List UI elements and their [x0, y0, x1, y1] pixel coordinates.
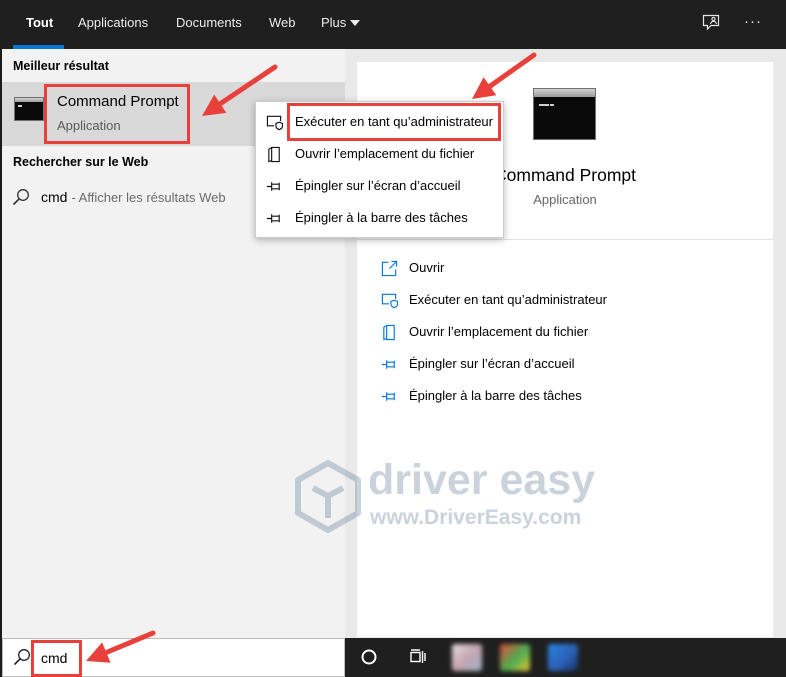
best-result-heading: Meilleur résultat — [13, 59, 109, 73]
action-label: Ouvrir l’emplacement du fichier — [409, 324, 589, 339]
open-icon — [381, 260, 398, 277]
app-icon[interactable] — [500, 644, 530, 671]
command-prompt-icon — [14, 97, 44, 121]
cortana-icon[interactable] — [360, 648, 378, 666]
tab-applications[interactable]: Applications — [78, 14, 148, 32]
best-result-subtitle: Application — [57, 118, 121, 133]
tab-all[interactable]: Tout — [26, 14, 53, 32]
run-as-admin-icon — [381, 292, 398, 309]
web-result-text: cmd - Afficher les résultats Web — [41, 189, 226, 206]
menu-item-label: Épingler sur l’écran d’accueil — [295, 178, 461, 193]
file-location-icon — [266, 146, 283, 163]
search-header: Tout Applications Documents Web Plus ··· — [0, 0, 786, 49]
icon-prompt-mark — [539, 104, 550, 106]
chevron-down-icon[interactable] — [350, 20, 360, 26]
web-result-query: cmd — [41, 189, 68, 205]
search-icon — [12, 188, 30, 206]
web-search-heading: Rechercher sur le Web — [13, 155, 149, 169]
command-prompt-icon — [533, 88, 596, 140]
tab-documents[interactable]: Documents — [176, 14, 242, 32]
search-input[interactable]: cmd — [2, 638, 345, 677]
divider — [357, 239, 773, 240]
tab-web[interactable]: Web — [269, 14, 296, 32]
menu-item-open-file-location[interactable]: Ouvrir l’emplacement du fichier — [256, 138, 503, 170]
action-run-as-admin[interactable]: Exécuter en tant qu’administrateur — [357, 284, 773, 316]
search-icon — [13, 648, 31, 666]
icon-title-bar — [534, 89, 595, 97]
action-open-file-location[interactable]: Ouvrir l’emplacement du fichier — [357, 316, 773, 348]
pin-icon — [381, 388, 398, 405]
pin-icon — [266, 178, 283, 195]
web-result-suffix: - Afficher les résultats Web — [71, 190, 226, 205]
task-view-icon[interactable] — [409, 648, 427, 666]
app-icon[interactable] — [452, 644, 482, 671]
menu-item-label: Épingler à la barre des tâches — [295, 210, 468, 225]
action-pin-to-start[interactable]: Épingler sur l’écran d’accueil — [357, 348, 773, 380]
menu-item-run-as-admin[interactable]: Exécuter en tant qu’administrateur — [256, 106, 503, 138]
icon-prompt-mark — [17, 104, 22, 107]
menu-item-pin-to-start[interactable]: Épingler sur l’écran d’accueil — [256, 170, 503, 202]
app-icon[interactable] — [548, 644, 578, 671]
action-label: Exécuter en tant qu’administrateur — [409, 292, 607, 307]
taskbar — [345, 638, 786, 677]
action-label: Ouvrir — [409, 260, 445, 275]
menu-item-label: Exécuter en tant qu’administrateur — [295, 114, 493, 129]
menu-item-pin-to-taskbar[interactable]: Épingler à la barre des tâches — [256, 202, 503, 234]
action-label: Épingler sur l’écran d’accueil — [409, 356, 575, 371]
context-menu: Exécuter en tant qu’administrateur Ouvri… — [255, 101, 504, 238]
more-options-button[interactable]: ··· — [741, 12, 765, 32]
tab-more[interactable]: Plus — [321, 14, 346, 32]
pin-icon — [266, 210, 283, 227]
icon-cursor-mark — [550, 104, 555, 106]
menu-item-label: Ouvrir l’emplacement du fichier — [295, 146, 475, 161]
run-as-admin-icon — [266, 114, 283, 131]
best-result-title: Command Prompt — [57, 93, 179, 110]
search-input-value[interactable]: cmd — [41, 650, 67, 666]
pin-icon — [381, 356, 398, 373]
action-open[interactable]: Ouvrir — [357, 252, 773, 284]
action-label: Épingler à la barre des tâches — [409, 388, 582, 403]
feedback-icon[interactable] — [702, 14, 720, 32]
action-pin-to-taskbar[interactable]: Épingler à la barre des tâches — [357, 380, 773, 412]
icon-title-bar — [15, 98, 43, 102]
file-location-icon — [381, 324, 398, 341]
